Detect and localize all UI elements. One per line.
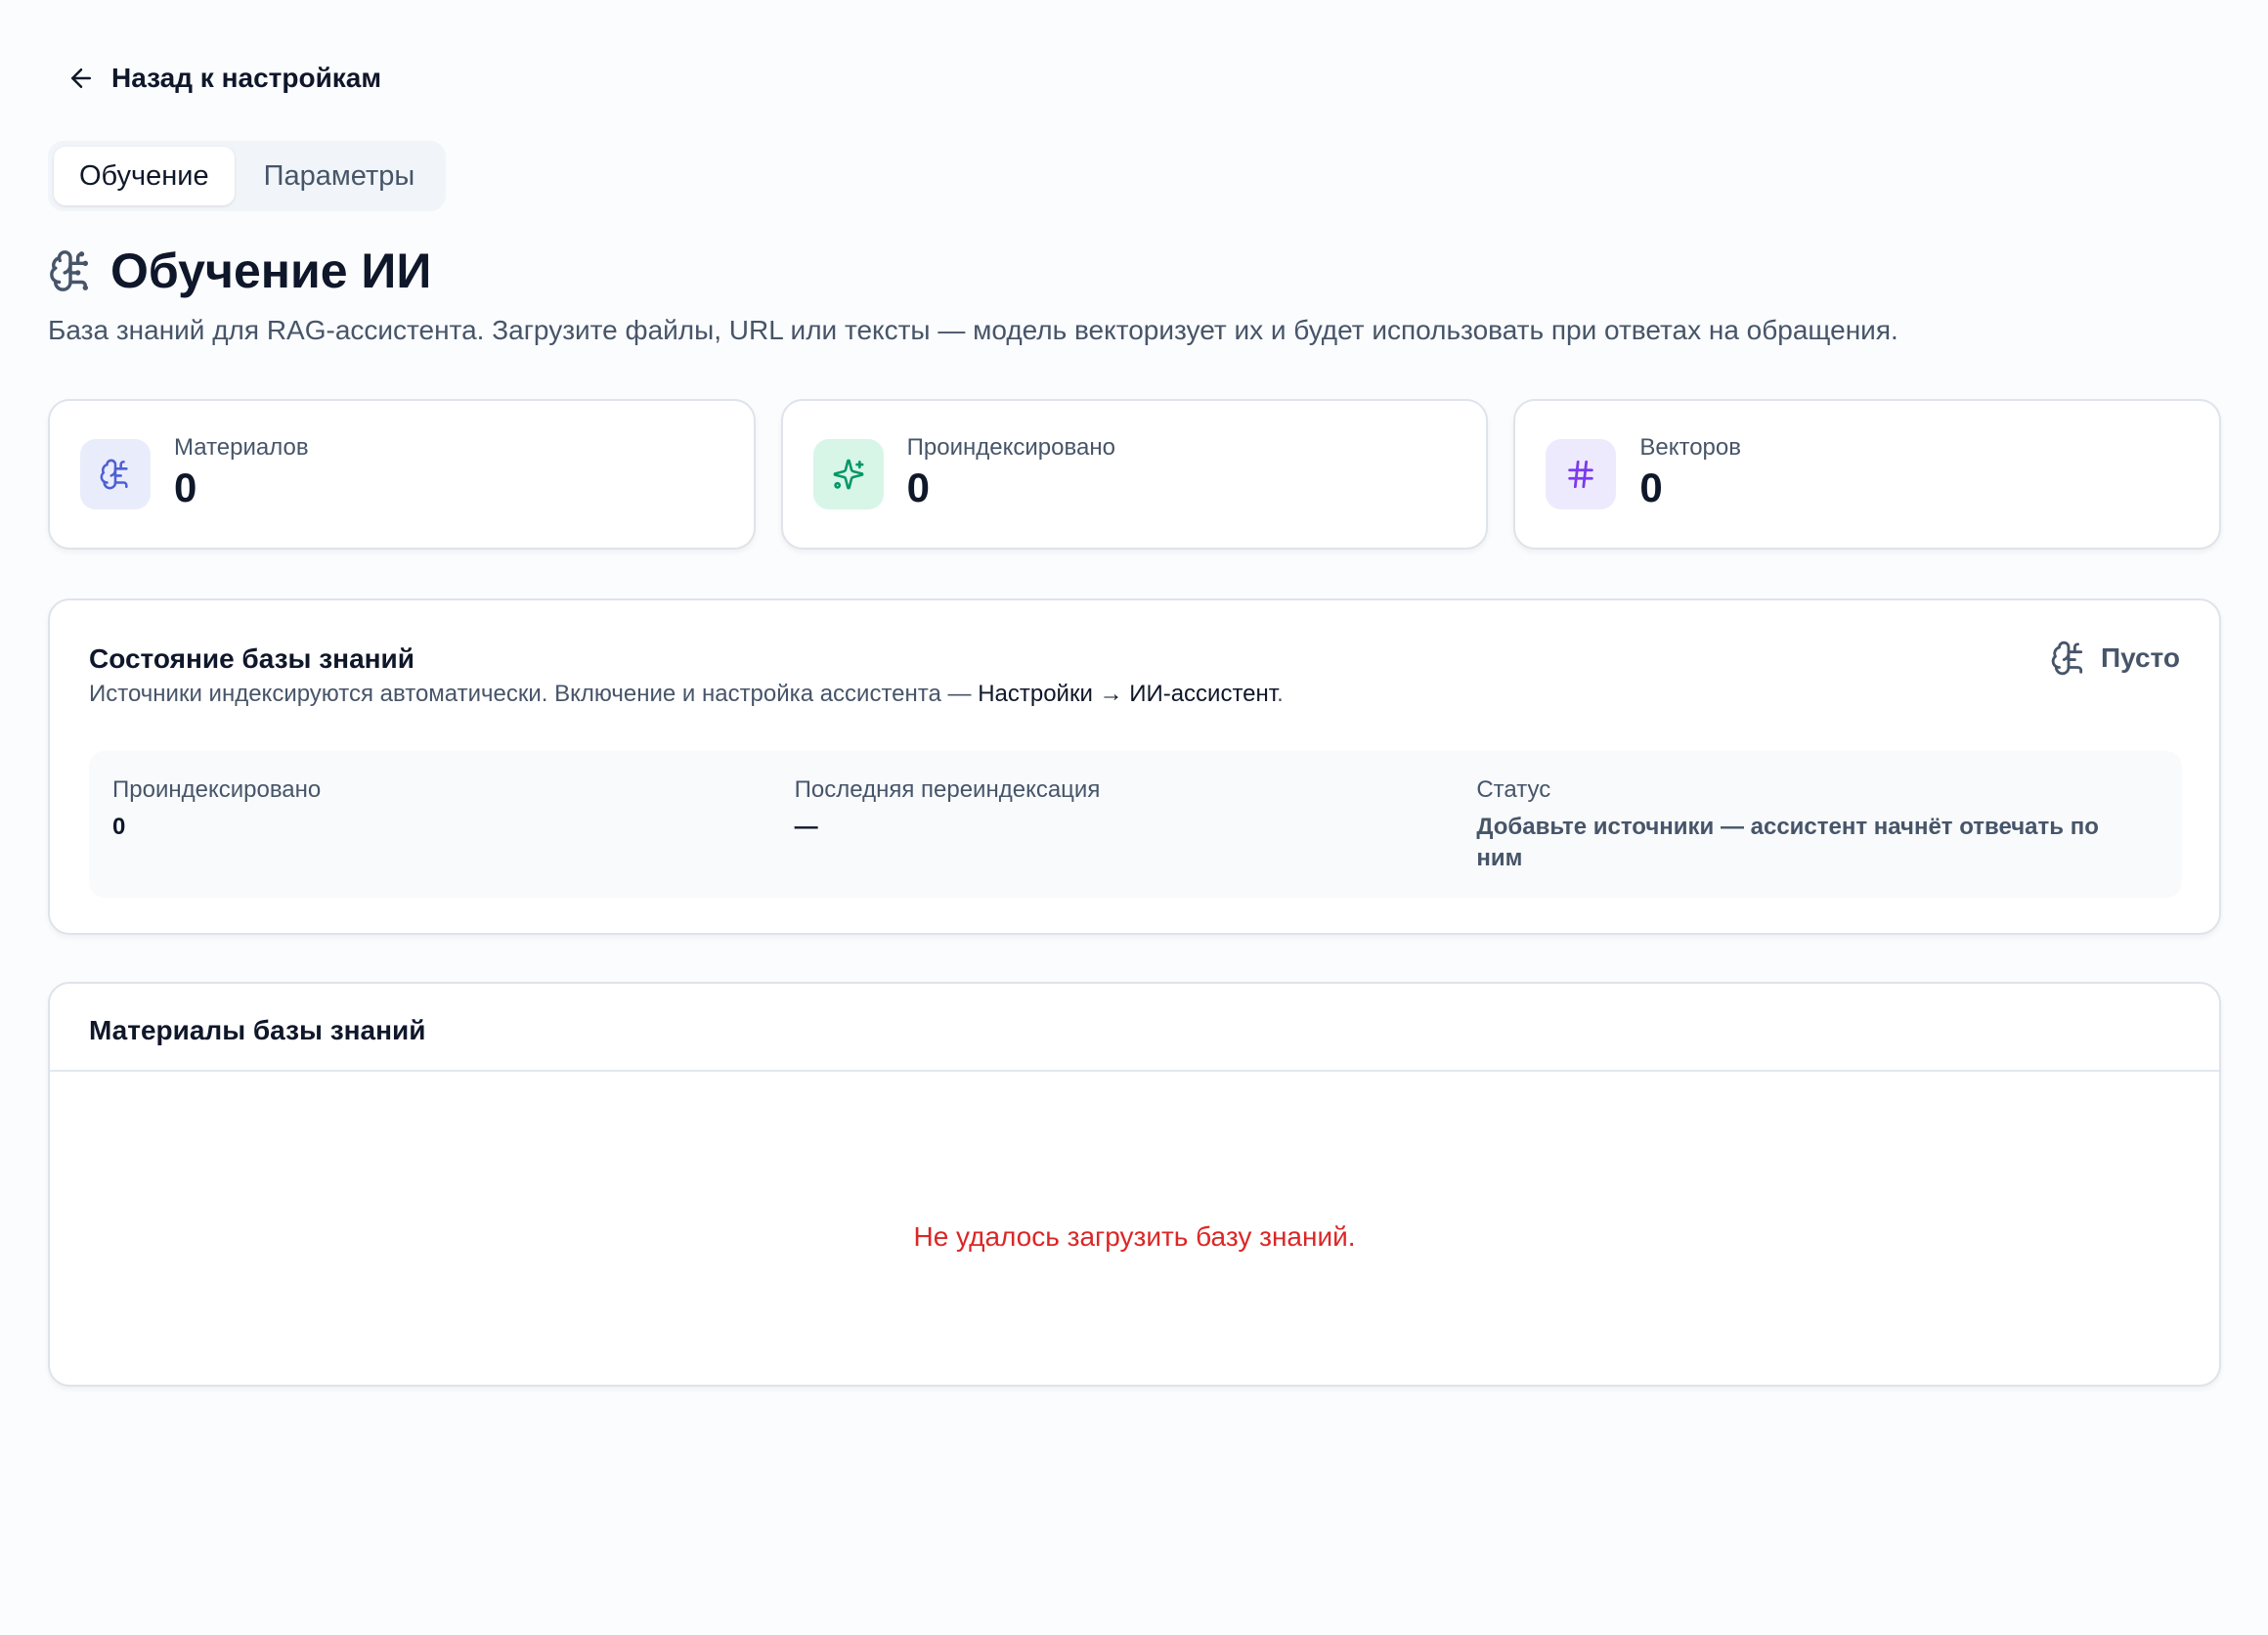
stat-label: Проиндексировано xyxy=(906,433,1115,461)
stat-label: Материалов xyxy=(174,433,309,461)
detail-indexed: Проиндексировано 0 xyxy=(112,776,795,898)
stat-icon-wrapper xyxy=(1546,439,1617,509)
stats-row: Материалов 0 Проиндексировано 0 Векторов… xyxy=(48,399,2222,550)
stat-value: 0 xyxy=(1639,464,1663,510)
status-badge-label: Пусто xyxy=(2100,642,2180,673)
stat-text: Материалов 0 xyxy=(174,434,309,510)
tab-training[interactable]: Обучение xyxy=(54,147,235,205)
detail-label: Последняя переиндексация xyxy=(794,776,1101,803)
back-to-settings-link[interactable]: Назад к настройкам xyxy=(66,57,381,100)
stat-card-vectors: Векторов 0 xyxy=(1513,399,2222,550)
materials-card: Материалы базы знаний Не удалось загрузи… xyxy=(48,982,2221,1387)
stat-icon-wrapper xyxy=(80,439,151,509)
stat-value: 0 xyxy=(174,464,197,510)
stat-text: Проиндексировано 0 xyxy=(907,434,1115,510)
brain-icon xyxy=(50,250,89,291)
status-badge: Пусто xyxy=(2050,640,2180,677)
stat-card-indexed: Проиндексировано 0 xyxy=(780,399,1489,550)
stat-card-materials: Материалов 0 xyxy=(48,399,756,550)
materials-header: Материалы базы знаний xyxy=(50,984,2219,1072)
settings-assistant-link[interactable]: Настройки → ИИ-ассистент xyxy=(978,681,1277,707)
detail-label: Проиндексировано xyxy=(112,776,322,803)
brain-icon xyxy=(2051,641,2083,676)
stat-icon-wrapper xyxy=(812,439,884,509)
error-message: Не удалось загрузить базу знаний. xyxy=(913,1221,1356,1252)
sparkles-icon xyxy=(833,459,864,490)
stat-value: 0 xyxy=(906,464,931,510)
materials-title: Материалы базы знаний xyxy=(89,1015,426,1045)
tabs: Обучение Параметры xyxy=(48,141,447,211)
detail-label: Статус xyxy=(1476,776,1551,803)
knowledge-state-card: Состояние базы знаний Источники индексир… xyxy=(48,598,2221,935)
description-prefix: Источники индексируются автоматически. В… xyxy=(89,681,979,707)
knowledge-state-details: Проиндексировано 0 Последняя переиндекса… xyxy=(89,751,2182,898)
tab-parameters[interactable]: Параметры xyxy=(239,147,441,205)
arrow-left-icon xyxy=(71,68,91,88)
detail-value: 0 xyxy=(112,814,126,840)
detail-status: Статус Добавьте источники — ассистент на… xyxy=(1476,776,2159,898)
page-header: Обучение ИИ xyxy=(48,243,431,299)
detail-value: — xyxy=(794,814,818,840)
page-subtitle: База знаний для RAG-ассистента. Загрузит… xyxy=(48,315,1898,345)
stat-label: Векторов xyxy=(1639,433,1741,461)
knowledge-state-description: Источники индексируются автоматически. В… xyxy=(89,681,1284,708)
brain-icon xyxy=(100,459,128,490)
description-suffix: . xyxy=(1277,681,1284,707)
back-link-label: Назад к настройкам xyxy=(111,63,382,93)
hash-icon xyxy=(1568,460,1594,489)
detail-last-reindex: Последняя переиндексация — xyxy=(795,776,1477,898)
page-title: Обучение ИИ xyxy=(110,243,432,298)
knowledge-state-title: Состояние базы знаний xyxy=(89,643,414,674)
detail-value: Добавьте источники — ассистент начнёт от… xyxy=(1476,814,2099,871)
materials-body: Не удалось загрузить базу знаний. xyxy=(50,1072,2219,1385)
stat-text: Векторов 0 xyxy=(1639,434,1741,510)
